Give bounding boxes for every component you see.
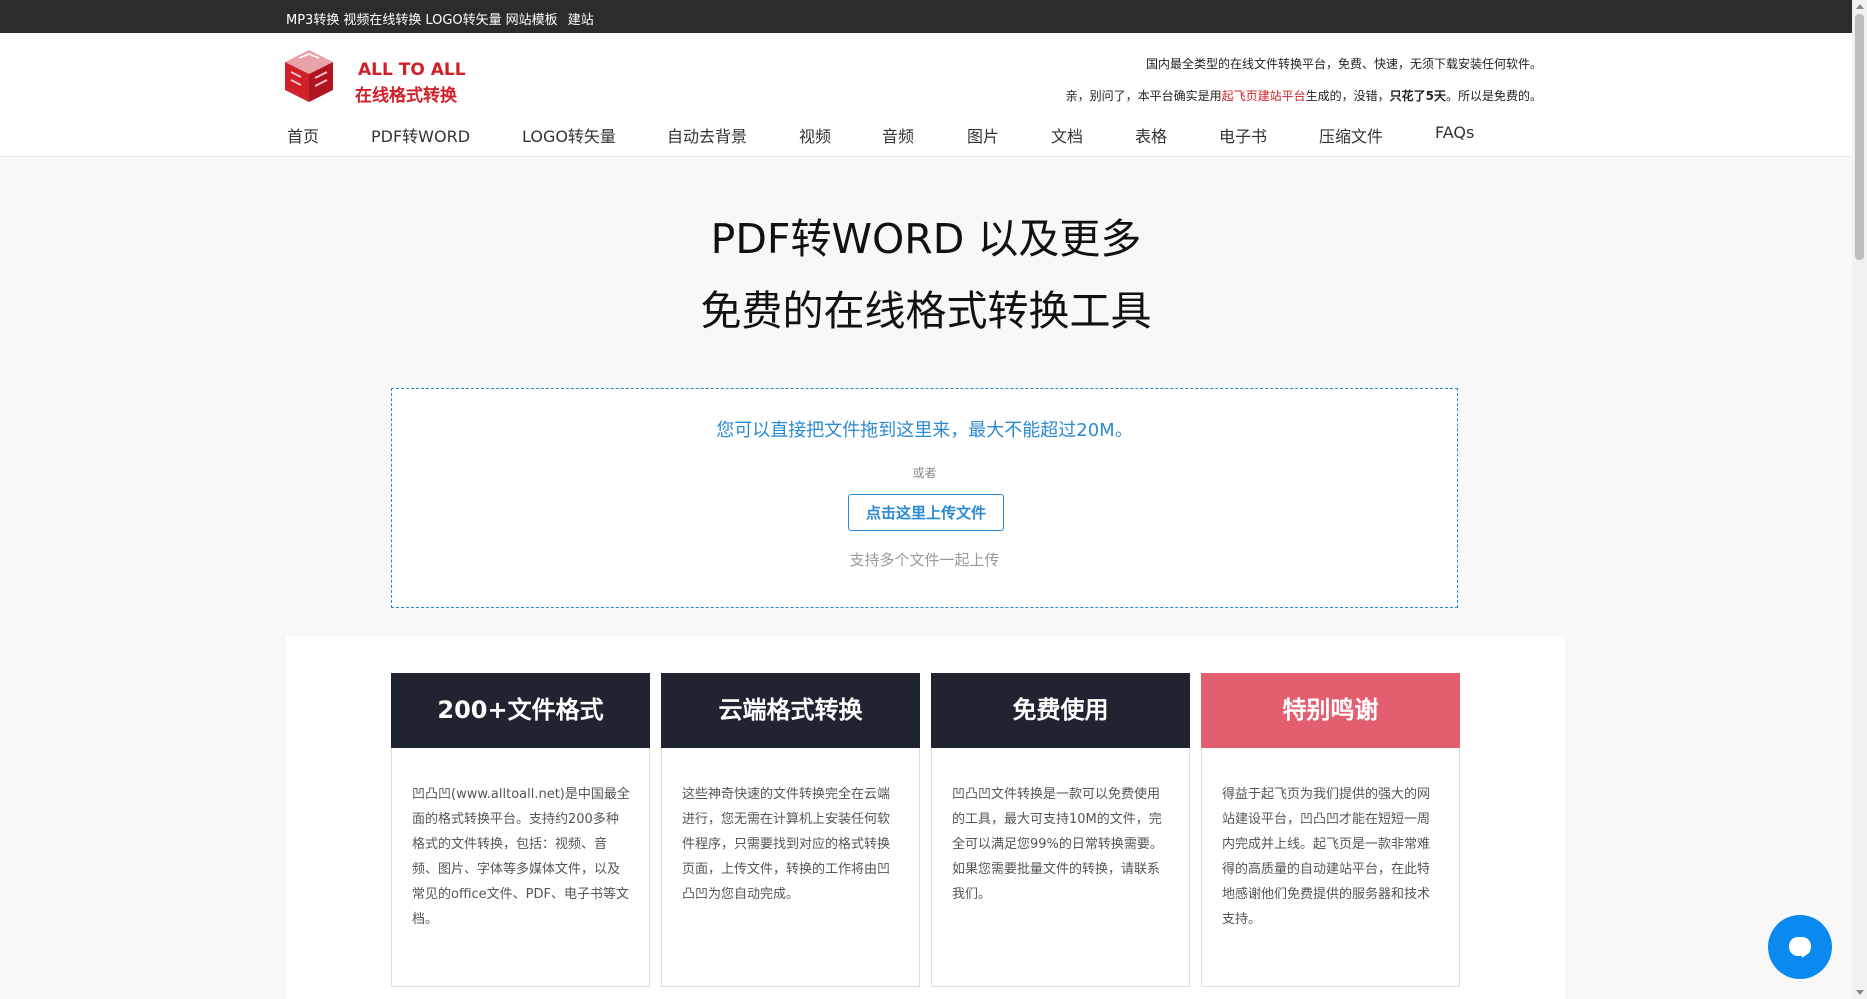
dropzone-multi-note: 支持多个文件一起上传: [849, 551, 1000, 569]
feature-title: 免费使用: [931, 673, 1190, 748]
scrollbar-thumb[interactable]: [1855, 14, 1864, 260]
chat-bubble-tail: [1802, 952, 1810, 958]
scroll-down-arrow-icon[interactable]: [1856, 990, 1864, 995]
nav-logo-vector[interactable]: LOGO转矢量: [522, 123, 616, 147]
nav-image[interactable]: 图片: [967, 123, 999, 147]
logo-text-en[interactable]: ALL TO ALL: [358, 60, 466, 80]
top-link-build[interactable]: 建站: [568, 13, 594, 28]
tagline-2-part-a: 亲，别问了，本平台确实是用: [1065, 89, 1222, 103]
dropzone-or: 或者: [912, 466, 937, 480]
tagline-2-bold: 只花了5天: [1389, 89, 1446, 103]
top-link-video[interactable]: 视频在线转换: [343, 13, 421, 28]
top-links: MP3转换 视频在线转换 LOGO转矢量 网站模板 建站: [286, 9, 598, 28]
tagline-2-part-b: 生成的，没错，: [1305, 89, 1390, 103]
nav-ebook[interactable]: 电子书: [1219, 123, 1267, 147]
nav-audio[interactable]: 音频: [882, 123, 914, 147]
features-section: 200+文件格式 凹凸凹(www.alltoall.net)是中国最全面的格式转…: [286, 636, 1565, 999]
tagline-2: 亲，别问了，本平台确实是用起飞页建站平台生成的，没错，只花了5天。所以是免费的。: [1066, 87, 1542, 104]
logo-text-cn[interactable]: 在线格式转换: [355, 81, 457, 106]
tagline-2-part-c: 。所以是免费的。: [1445, 89, 1542, 103]
feature-title: 云端格式转换: [661, 673, 920, 748]
top-link-mp3[interactable]: MP3转换: [286, 13, 339, 28]
feature-title: 200+文件格式: [391, 673, 650, 748]
upload-button[interactable]: 点击这里上传文件: [848, 494, 1004, 531]
scroll-up-arrow-icon[interactable]: [1856, 4, 1864, 9]
top-bar: MP3转换 视频在线转换 LOGO转矢量 网站模板 建站: [0, 0, 1852, 33]
feature-title: 特别鸣谢: [1201, 673, 1460, 748]
tagline-1: 国内最全类型的在线文件转换平台，免费、快速，无须下载安装任何软件。: [1145, 57, 1542, 71]
top-link-template[interactable]: 网站模板: [506, 13, 558, 28]
nav-video[interactable]: 视频: [799, 123, 831, 147]
feature-text: 凹凸凹文件转换是一款可以免费使用的工具，最大可支持10M的文件，完全可以满足您9…: [952, 787, 1163, 902]
nav-document[interactable]: 文档: [1051, 123, 1083, 147]
page-scrollbar[interactable]: [1852, 0, 1867, 999]
feature-text: 这些神奇快速的文件转换完全在云端进行，您无需在计算机上安装任何软件程序，只需要找…: [682, 787, 891, 902]
nav-pdf-to-word[interactable]: PDF转WORD: [371, 123, 470, 147]
feature-text: 得益于起飞页为我们提供的强大的网站建设平台，凹凸凹才能在短短一周内完成并上线。起…: [1222, 787, 1431, 927]
feature-card-thanks: 特别鸣谢 得益于起飞页为我们提供的强大的网站建设平台，凹凸凹才能在短短一周内完成…: [1201, 673, 1460, 987]
nav-home[interactable]: 首页: [287, 123, 319, 147]
nav-spreadsheet[interactable]: 表格: [1135, 123, 1167, 147]
top-link-logo[interactable]: LOGO转矢量: [425, 13, 501, 28]
nav-archive[interactable]: 压缩文件: [1319, 123, 1383, 147]
feature-card-free: 免费使用 凹凸凹文件转换是一款可以免费使用的工具，最大可支持10M的文件，完全可…: [931, 673, 1190, 987]
feature-card-cloud: 云端格式转换 这些神奇快速的文件转换完全在云端进行，您无需在计算机上安装任何软件…: [661, 673, 920, 987]
site-header: ALL TO ALL 在线格式转换 国内最全类型的在线文件转换平台，免费、快速，…: [0, 33, 1852, 157]
tagline-platform-link[interactable]: 起飞页建站平台: [1222, 89, 1306, 103]
dropzone-instructions: 您可以直接把文件拖到这里来，最大不能超过20M。: [716, 420, 1133, 441]
hero-subtitle: 免费的在线格式转换工具: [700, 287, 1152, 335]
cube-logo-icon[interactable]: [283, 48, 335, 104]
nav-faqs[interactable]: FAQs: [1435, 123, 1474, 142]
chat-button[interactable]: [1768, 915, 1832, 979]
feature-text: 凹凸凹(www.alltoall.net)是中国最全面的格式转换平台。支持约20…: [412, 787, 630, 927]
feature-card-formats: 200+文件格式 凹凸凹(www.alltoall.net)是中国最全面的格式转…: [391, 673, 650, 987]
nav-remove-bg[interactable]: 自动去背景: [667, 123, 747, 147]
hero-title: PDF转WORD 以及更多: [710, 215, 1142, 263]
file-dropzone[interactable]: 您可以直接把文件拖到这里来，最大不能超过20M。 或者 点击这里上传文件 支持多…: [391, 388, 1458, 608]
